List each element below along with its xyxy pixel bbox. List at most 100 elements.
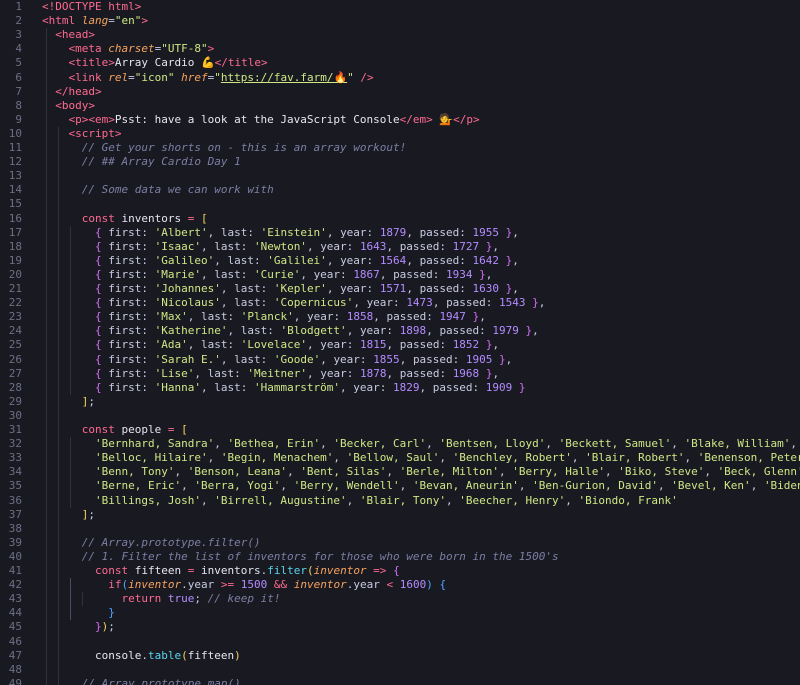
code-token: // Array.prototype.filter() bbox=[81, 535, 261, 549]
code-line[interactable]: 44 } bbox=[0, 606, 800, 620]
code-line[interactable]: 32 'Bernhard, Sandra', 'Bethea, Erin', '… bbox=[0, 437, 800, 451]
code-token: passed: bbox=[399, 239, 453, 253]
code-token: last: bbox=[234, 282, 274, 295]
code-line[interactable]: 49 // Array.prototype.map() bbox=[0, 677, 800, 685]
code-token: , bbox=[300, 267, 314, 281]
line-code: { first: 'Max', last: 'Planck', year: 18… bbox=[42, 310, 486, 324]
line-code: // ## Array Cardio Day 1 bbox=[42, 155, 241, 169]
code-line[interactable]: 2 <html lang="en"> bbox=[0, 14, 800, 28]
code-line[interactable]: 45 }); bbox=[0, 620, 800, 634]
code-line[interactable]: 33 'Belloc, Hilaire', 'Begin, Menachem',… bbox=[0, 451, 800, 465]
line-code: <body> bbox=[42, 99, 95, 113]
code-line[interactable]: 31 const people = [ bbox=[0, 423, 800, 437]
code-line[interactable]: 47 console.table(fifteen) bbox=[0, 649, 800, 663]
code-token: </head> bbox=[55, 84, 102, 98]
code-line[interactable]: 24 { first: 'Katherine', last: 'Blodgett… bbox=[0, 324, 800, 338]
code-token: , bbox=[386, 239, 400, 253]
code-line[interactable]: 19 { first: 'Galileo', last: 'Galilei', … bbox=[0, 254, 800, 268]
code-line[interactable]: 18 { first: 'Isaac', last: 'Newton', yea… bbox=[0, 240, 800, 254]
code-token: 'Einstein' bbox=[260, 225, 327, 239]
code-line[interactable]: 20 { first: 'Marie', last: 'Curie', year… bbox=[0, 268, 800, 282]
code-line[interactable]: 13 bbox=[0, 169, 800, 183]
code-line[interactable]: 48 bbox=[0, 663, 800, 677]
line-number: 31 bbox=[8, 423, 22, 436]
code-token: last: bbox=[214, 380, 254, 394]
code-token: 'Berry, Halle' bbox=[512, 465, 605, 479]
code-token: , bbox=[326, 225, 341, 239]
line-number: 49 bbox=[8, 676, 22, 685]
code-line[interactable]: 11 // Get your shorts on - this is an ar… bbox=[0, 141, 800, 155]
line-number: 2 bbox=[15, 14, 22, 28]
line-number: 6 bbox=[15, 70, 22, 84]
line-number: 7 bbox=[15, 84, 22, 98]
code-line[interactable]: 38 bbox=[0, 522, 800, 536]
code-token: 'Biko, Steve' bbox=[618, 465, 705, 479]
code-line[interactable]: 41 const fifteen = inventors.filter(inve… bbox=[0, 564, 800, 578]
code-token: first: bbox=[108, 352, 155, 366]
code-token: // ## Array Cardio Day 1 bbox=[81, 155, 241, 169]
code-line[interactable]: 8 <body> bbox=[0, 99, 800, 113]
line-code: 'Billings, Josh', 'Birrell, Augustine', … bbox=[42, 494, 678, 508]
code-line[interactable]: 30 bbox=[0, 409, 800, 423]
line-number: 9 bbox=[15, 112, 22, 126]
code-line[interactable]: 3 <head> bbox=[0, 28, 800, 42]
code-line[interactable]: 7 </head> bbox=[0, 85, 800, 99]
code-line[interactable]: 28 { first: 'Hanna', last: 'Hammarström'… bbox=[0, 381, 800, 395]
code-token: 'Hanna' bbox=[154, 380, 201, 394]
code-token: last: bbox=[214, 239, 254, 253]
code-line[interactable]: 34 'Benn, Tony', 'Benson, Leana', 'Bent,… bbox=[0, 465, 800, 479]
code-token: "en" bbox=[114, 14, 142, 28]
code-token: <!DOCTYPE html> bbox=[42, 0, 142, 13]
code-line[interactable]: 17 { first: 'Albert', last: 'Einstein', … bbox=[0, 226, 800, 240]
code-line[interactable]: 43 return true; // keep it! bbox=[0, 592, 800, 606]
code-token: passed: bbox=[386, 310, 440, 324]
line-number: 5 bbox=[15, 56, 22, 70]
code-line[interactable]: 22 { first: 'Nicolaus', last: 'Copernicu… bbox=[0, 296, 800, 310]
code-line[interactable]: 29 ]; bbox=[0, 395, 800, 409]
code-line[interactable]: 12 // ## Array Cardio Day 1 bbox=[0, 155, 800, 169]
code-line[interactable]: 5 <title>Array Cardio 💪</title> bbox=[0, 56, 800, 70]
code-line[interactable]: 40 // 1. Filter the list of inventors fo… bbox=[0, 550, 800, 564]
code-line[interactable]: 35 'Berne, Eric', 'Berra, Yogi', 'Berry,… bbox=[0, 479, 800, 493]
code-line[interactable]: 14 // Some data we can work with bbox=[0, 183, 800, 197]
code-line[interactable]: 9 <p><em>Psst: have a look at the JavaSc… bbox=[0, 113, 800, 127]
code-line[interactable]: 6 <link rel="icon" href="https://fav.far… bbox=[0, 71, 800, 85]
code-line[interactable]: 25 { first: 'Ada', last: 'Lovelace', yea… bbox=[0, 338, 800, 352]
code-line[interactable]: 39 // Array.prototype.filter() bbox=[0, 536, 800, 550]
code-line[interactable]: 36 'Billings, Josh', 'Birrell, Augustine… bbox=[0, 494, 800, 508]
code-token: { bbox=[393, 564, 400, 577]
code-token: fifteen bbox=[134, 564, 188, 577]
code-line[interactable]: 46 bbox=[0, 635, 800, 649]
code-line[interactable]: 10 <script> bbox=[0, 127, 800, 141]
code-token: 'Blair, Tony' bbox=[359, 493, 446, 507]
code-line[interactable]: 42 if(inventor.year >= 1500 && inventor.… bbox=[0, 578, 800, 592]
code-token: year: bbox=[313, 267, 354, 281]
code-token: 1642 bbox=[472, 253, 506, 267]
code-line[interactable]: 37 ]; bbox=[0, 508, 800, 522]
code-line[interactable]: 27 { first: 'Lise', last: 'Meitner', yea… bbox=[0, 367, 800, 381]
code-token: , bbox=[406, 225, 420, 239]
code-line[interactable]: 21 { first: 'Johannes', last: 'Kepler', … bbox=[0, 282, 800, 296]
code-token: first: bbox=[108, 225, 155, 239]
code-token: 1829 bbox=[393, 380, 420, 394]
code-line[interactable]: 16 const inventors = [ bbox=[0, 212, 800, 226]
code-line[interactable]: 1 <!DOCTYPE html> bbox=[0, 0, 800, 14]
code-token: inventor bbox=[313, 564, 367, 577]
code-line[interactable]: 26 { first: 'Sarah E.', last: 'Goode', y… bbox=[0, 353, 800, 367]
code-token: ; bbox=[88, 394, 95, 408]
code-line[interactable]: 15 bbox=[0, 197, 800, 211]
line-code: { first: 'Hanna', last: 'Hammarström', y… bbox=[42, 381, 526, 395]
code-token: , bbox=[492, 338, 500, 352]
line-code: return true; // keep it! bbox=[42, 592, 280, 606]
code-line[interactable]: 4 <meta charset="UTF-8"> bbox=[0, 42, 800, 56]
code-line[interactable]: 23 { first: 'Max', last: 'Planck', year:… bbox=[0, 310, 800, 324]
code-token: 1905 bbox=[465, 352, 500, 366]
code-editor[interactable]: 1 <!DOCTYPE html> 2 <html lang="en"> 3 <head… bbox=[0, 0, 800, 685]
